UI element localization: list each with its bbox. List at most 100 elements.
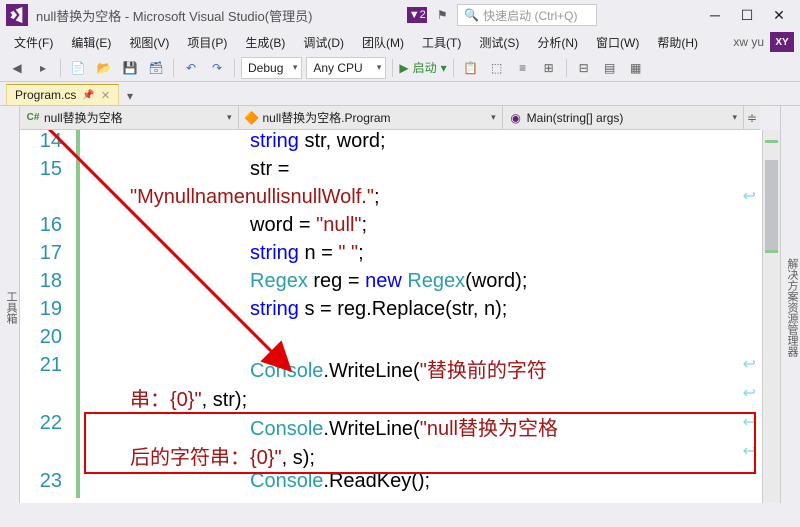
code-line[interactable]: 23Console.ReadKey(); — [20, 470, 780, 498]
line-text: string n = " "; — [80, 242, 780, 270]
menu-debug[interactable]: 调试(D) — [295, 32, 352, 53]
document-tab[interactable]: Program.cs 📌 ✕ — [6, 84, 119, 105]
wrap-glyph-icon: ↩ — [743, 412, 756, 432]
vertical-scrollbar[interactable] — [762, 130, 780, 503]
line-number — [20, 383, 80, 412]
class-icon: 🔶 — [245, 111, 259, 125]
document-tabstrip: Program.cs 📌 ✕ ▾ — [0, 82, 800, 106]
code-line[interactable]: 15str = — [20, 158, 780, 186]
line-text — [80, 326, 780, 354]
window-title: null替换为空格 - Microsoft Visual Studio(管理员) — [36, 6, 312, 25]
code-line[interactable]: 19string s = reg.Replace(str, n); — [20, 298, 780, 326]
config-dropdown[interactable]: Debug — [241, 57, 302, 79]
menu-view[interactable]: 视图(V) — [121, 32, 177, 53]
menu-tools[interactable]: 工具(T) — [414, 32, 469, 53]
nav-forward-button[interactable]: ▸ — [32, 57, 54, 79]
quick-launch-input[interactable]: 🔍 快速启动 (Ctrl+Q) — [457, 4, 597, 26]
username-label[interactable]: xw yu — [733, 35, 764, 49]
toolbar: ◀ ▸ 📄 📂 💾 🗃 ↶ ↷ Debug Any CPU 启动 ▾ 📋 ⬚ ≡… — [0, 54, 800, 82]
code-line[interactable]: 18Regex reg = new Regex(word); — [20, 270, 780, 298]
code-line[interactable]: 串：{0}", str);↩ — [20, 383, 780, 412]
undo-button[interactable]: ↶ — [180, 57, 202, 79]
code-line[interactable]: 后的字符串：{0}", s);↩ — [20, 441, 780, 470]
wrap-glyph-icon: ↩ — [743, 354, 756, 374]
nav-back-button[interactable]: ◀ — [6, 57, 28, 79]
save-all-button[interactable]: 🗃 — [145, 57, 167, 79]
csharp-icon: C# — [26, 111, 40, 125]
line-text: string str, word; — [80, 130, 780, 158]
menu-project[interactable]: 项目(P) — [179, 32, 235, 53]
line-text: "MynullnamenullisnullWolf."; — [80, 186, 780, 214]
user-avatar[interactable]: XY — [770, 32, 794, 52]
close-button[interactable]: ✕ — [764, 3, 794, 27]
tb-icon-7[interactable]: ▦ — [625, 57, 647, 79]
tab-overflow-button[interactable]: ▾ — [123, 87, 137, 105]
line-text: Console.WriteLine("替换前的字符 — [80, 354, 780, 383]
class-dropdown[interactable]: 🔶 null替换为空格.Program — [239, 106, 503, 129]
line-number: 17 — [20, 242, 80, 270]
menu-team[interactable]: 团队(M) — [354, 32, 412, 53]
open-file-button[interactable]: 📂 — [93, 57, 115, 79]
line-text: Regex reg = new Regex(word); — [80, 270, 780, 298]
method-dropdown[interactable]: ◉ Main(string[] args) — [503, 106, 744, 129]
tb-icon-4[interactable]: ⊞ — [538, 57, 560, 79]
wrap-glyph-icon: ↩ — [743, 186, 756, 206]
line-number: 23 — [20, 470, 80, 498]
code-line[interactable]: 14string str, word; — [20, 130, 780, 158]
search-icon: 🔍 — [464, 8, 479, 22]
tb-icon-6[interactable]: ▤ — [599, 57, 621, 79]
code-editor[interactable]: 14string str, word;15str ="Mynullnamenul… — [20, 130, 780, 503]
menu-window[interactable]: 窗口(W) — [588, 32, 647, 53]
menu-bar: 文件(F) 编辑(E) 视图(V) 项目(P) 生成(B) 调试(D) 团队(M… — [0, 30, 800, 54]
line-number: 15 — [20, 158, 80, 186]
notification-badge[interactable]: ▼2 — [407, 7, 427, 23]
line-number: 18 — [20, 270, 80, 298]
maximize-button[interactable]: ☐ — [732, 3, 762, 27]
wrap-glyph-icon: ↩ — [743, 441, 756, 461]
line-number — [20, 186, 80, 214]
line-text: string s = reg.Replace(str, n); — [80, 298, 780, 326]
save-button[interactable]: 💾 — [119, 57, 141, 79]
tb-icon-2[interactable]: ⬚ — [486, 57, 508, 79]
title-bar: null替换为空格 - Microsoft Visual Studio(管理员)… — [0, 0, 800, 30]
code-line[interactable]: 21Console.WriteLine("替换前的字符↩ — [20, 354, 780, 383]
code-line[interactable]: 20 — [20, 326, 780, 354]
line-number: 21 — [20, 354, 80, 383]
scrollbar-thumb[interactable] — [765, 160, 778, 250]
menu-file[interactable]: 文件(F) — [6, 32, 61, 53]
menu-edit[interactable]: 编辑(E) — [63, 32, 119, 53]
menu-test[interactable]: 测试(S) — [471, 32, 527, 53]
code-line[interactable]: 22Console.WriteLine("null替换为空格↩ — [20, 412, 780, 441]
menu-analyze[interactable]: 分析(N) — [529, 32, 586, 53]
menu-help[interactable]: 帮助(H) — [649, 32, 706, 53]
line-number: 19 — [20, 298, 80, 326]
line-text: 串：{0}", str); — [80, 383, 780, 412]
method-icon: ◉ — [509, 111, 523, 125]
pin-icon[interactable]: 📌 — [82, 90, 94, 101]
start-debug-button[interactable]: 启动 ▾ — [399, 59, 446, 76]
line-number: 16 — [20, 214, 80, 242]
namespace-dropdown[interactable]: C# null替换为空格 — [20, 106, 239, 129]
menu-build[interactable]: 生成(B) — [237, 32, 293, 53]
right-panel-group: 解决方案资源管理器 团队资源管理器 诊断工具 属性 — [780, 106, 800, 503]
line-text: word = "null"; — [80, 214, 780, 242]
tb-icon-1[interactable]: 📋 — [460, 57, 482, 79]
line-text: str = — [80, 158, 780, 186]
code-line[interactable]: 16word = "null"; — [20, 214, 780, 242]
tb-icon-5[interactable]: ⊟ — [573, 57, 595, 79]
code-line[interactable]: 17string n = " "; — [20, 242, 780, 270]
minimize-button[interactable]: ─ — [700, 3, 730, 27]
new-project-button[interactable]: 📄 — [67, 57, 89, 79]
panel-solution-explorer[interactable]: 解决方案资源管理器 — [784, 112, 800, 503]
line-number: 20 — [20, 326, 80, 354]
line-number: 22 — [20, 412, 80, 441]
feedback-icon[interactable]: ⚑ — [433, 6, 451, 24]
code-line[interactable]: "MynullnamenullisnullWolf.";↩ — [20, 186, 780, 214]
line-text: 后的字符串：{0}", s); — [80, 441, 780, 470]
line-text: Console.WriteLine("null替换为空格 — [80, 412, 780, 441]
redo-button[interactable]: ↷ — [206, 57, 228, 79]
tab-close-button[interactable]: ✕ — [101, 89, 110, 102]
platform-dropdown[interactable]: Any CPU — [306, 57, 386, 79]
tb-icon-3[interactable]: ≡ — [512, 57, 534, 79]
left-panel-toolbox[interactable]: 工具箱 — [0, 106, 20, 503]
